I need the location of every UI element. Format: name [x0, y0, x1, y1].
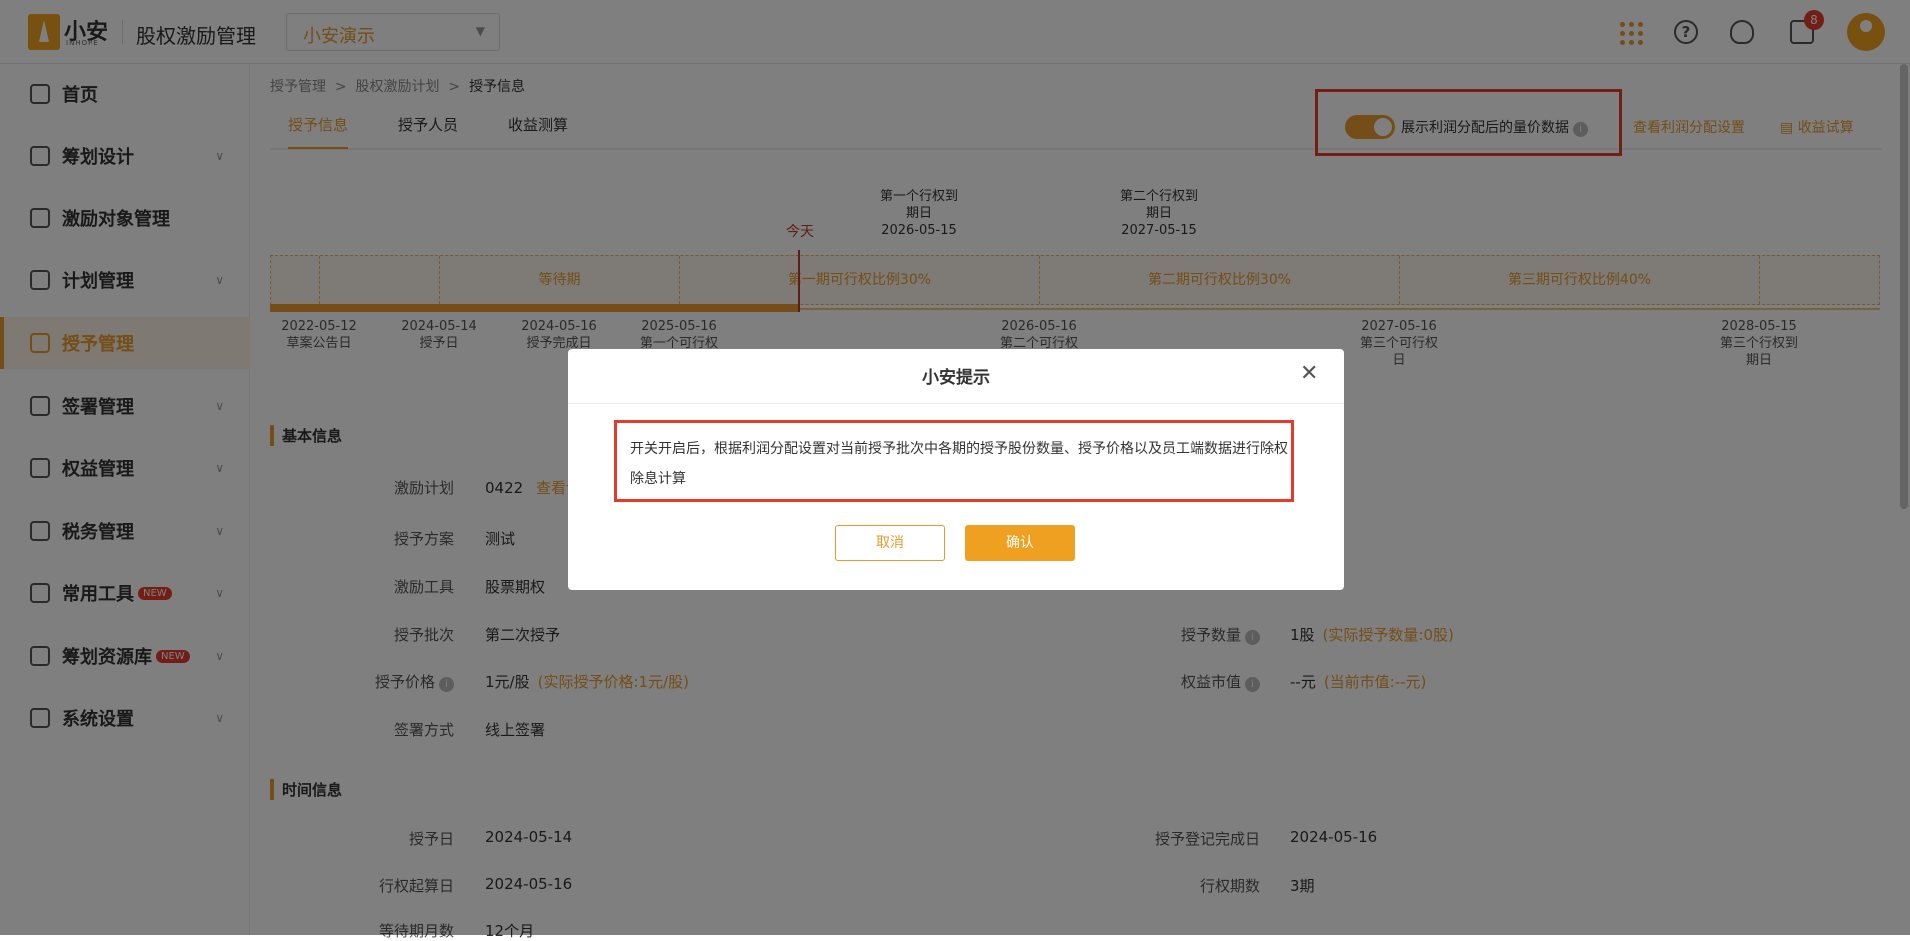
dialog-message: 开关开启后，根据利润分配设置对当前授予批次中各期的授予股份数量、授予价格以及员工… — [630, 441, 1288, 487]
close-icon[interactable]: ✕ — [1300, 361, 1318, 386]
confirm-dialog: 小安提示 ✕ 开关开启后，根据利润分配设置对当前授予批次中各期的授予股份数量、授… — [568, 349, 1344, 590]
dialog-title: 小安提示 — [922, 368, 990, 388]
cancel-button[interactable]: 取消 — [835, 525, 945, 561]
divider — [568, 403, 1344, 404]
confirm-button[interactable]: 确认 — [965, 525, 1075, 561]
